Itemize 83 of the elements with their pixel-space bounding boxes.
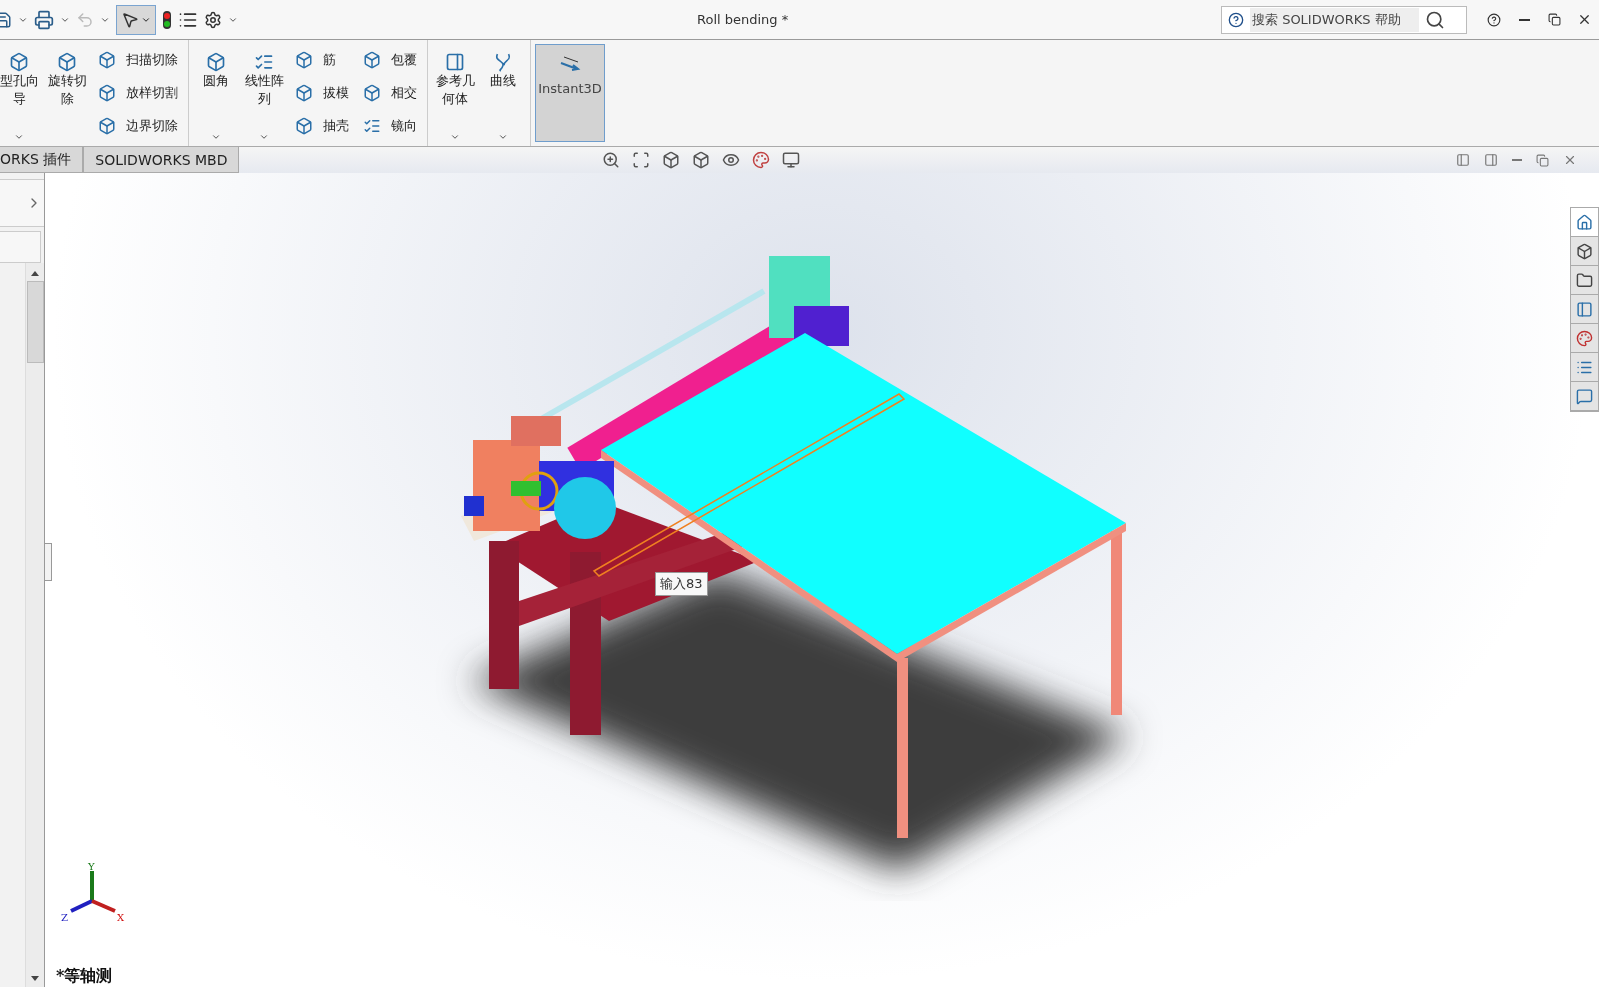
zoom-icon[interactable]	[602, 151, 621, 169]
home-icon	[1576, 213, 1593, 231]
help-icon	[1228, 11, 1244, 28]
caret-icon	[211, 132, 221, 142]
home-tab[interactable]	[1571, 208, 1598, 237]
feature-icon	[206, 52, 226, 72]
ribbon-button[interactable]: 旋转切除	[44, 44, 90, 142]
feature-icon	[363, 84, 381, 102]
ribbon-button[interactable]: 镜向	[361, 114, 419, 137]
ribbon-button[interactable]: 相交	[361, 82, 419, 104]
caret-icon	[14, 132, 24, 142]
panel-handle[interactable]	[45, 543, 52, 581]
scroll-up-icon[interactable]	[30, 269, 40, 277]
ribbon-button[interactable]: 圆角	[193, 44, 239, 142]
settings-icon[interactable]	[204, 10, 222, 29]
search-field[interactable]: 搜索 SOLIDWORKS 帮助	[1221, 5, 1467, 34]
instant3d-button[interactable]: Instant3D	[535, 44, 605, 142]
plane-icon	[445, 52, 465, 72]
scrollbar[interactable]	[25, 263, 44, 987]
tile-right-icon[interactable]	[1484, 153, 1498, 167]
appearance-icon[interactable]	[752, 151, 771, 169]
feature-icon	[295, 116, 313, 135]
feature-icon	[295, 51, 313, 70]
caret-icon	[450, 132, 460, 142]
folder-tab[interactable]	[1571, 266, 1598, 295]
traffic-light-icon[interactable]	[162, 9, 172, 30]
feature-icon	[98, 84, 116, 102]
dimension-tooltip: 输入83	[655, 572, 708, 596]
ribbon-button[interactable]: 拔模	[293, 82, 351, 104]
forum-tab[interactable]	[1571, 382, 1598, 411]
feature-icon	[57, 52, 77, 72]
caret-icon	[498, 132, 508, 142]
ribbon-button[interactable]: 抽壳	[293, 114, 351, 137]
search-icon[interactable]	[1425, 9, 1445, 30]
caret-icon	[259, 132, 269, 142]
help-icon	[1487, 12, 1501, 27]
zoom-area-icon[interactable]	[632, 151, 651, 169]
library-tab[interactable]	[1571, 237, 1598, 266]
view-palette-tab[interactable]	[1571, 295, 1598, 324]
filter-field[interactable]	[0, 231, 41, 263]
display-icon[interactable]	[782, 151, 801, 169]
folder-icon	[1576, 271, 1593, 289]
ribbon-button[interactable]: 线性阵列	[241, 44, 287, 142]
ribbon-button[interactable]: 边界切除	[96, 114, 180, 137]
ribbon-button[interactable]: 型孔向导	[0, 44, 42, 142]
print-icon[interactable]	[34, 9, 54, 30]
ribbon-button[interactable]: 放样切割	[96, 82, 180, 104]
curve-icon	[493, 52, 513, 72]
close-icon[interactable]	[1563, 153, 1577, 167]
visibility-icon[interactable]	[722, 151, 741, 169]
section-view-icon[interactable]	[662, 151, 681, 169]
restore-icon[interactable]	[1536, 153, 1549, 167]
select-button[interactable]	[116, 4, 156, 35]
window-title: Roll bending *	[697, 12, 789, 27]
ribbon-button[interactable]: 曲线	[480, 44, 526, 142]
ribbon-tab[interactable]: ORKS 插件	[0, 147, 84, 173]
view-orientation-label: *等轴测	[56, 966, 113, 987]
properties-tab[interactable]	[1571, 353, 1598, 382]
palette-icon	[1576, 329, 1593, 347]
axis-triad: Y Z X	[59, 861, 129, 929]
restore-icon	[1547, 13, 1561, 26]
save-icon[interactable]	[0, 10, 12, 29]
box-icon	[1576, 242, 1593, 260]
ribbon-button[interactable]: 包覆	[361, 49, 419, 72]
appearance-tab[interactable]	[1571, 324, 1598, 353]
feature-icon	[363, 51, 381, 70]
ribbon-button[interactable]: 扫描切除	[96, 49, 180, 72]
panel-icon	[1576, 300, 1593, 318]
minimize-icon	[1518, 18, 1530, 21]
feature-icon	[98, 51, 116, 70]
ribbon-tab[interactable]: SOLIDWORKS MBD	[83, 147, 240, 173]
pointer-icon	[121, 10, 139, 29]
ribbon-button[interactable]: 筋	[293, 49, 351, 72]
feature-icon	[9, 52, 29, 72]
chat-icon	[1576, 387, 1593, 405]
feature-icon	[295, 84, 313, 102]
ribbon-button[interactable]: 参考几何体	[432, 44, 478, 142]
scroll-thumb[interactable]	[26, 281, 44, 363]
feature-icon	[98, 116, 116, 135]
view-orientation-icon[interactable]	[692, 151, 711, 169]
scroll-down-icon[interactable]	[30, 975, 40, 983]
pattern-icon	[254, 52, 274, 72]
tile-left-icon[interactable]	[1456, 153, 1470, 167]
